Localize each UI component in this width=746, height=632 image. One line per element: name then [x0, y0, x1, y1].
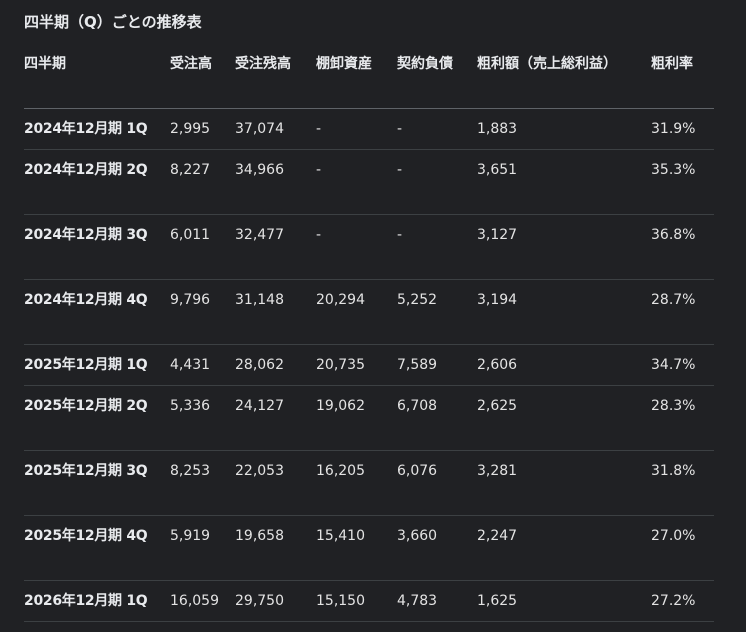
table-row: 2025年12月期 1Q 4,431 28,062 20,735 7,589 2… [24, 344, 714, 386]
cell-orders: 2,995 [170, 108, 235, 150]
cell-gross-profit: 1,883 [477, 108, 651, 150]
cell-contract-liabilities: 6,076 [397, 450, 477, 516]
cell-orders: 8,253 [170, 450, 235, 516]
cell-gross-margin: 27.0% [651, 515, 714, 581]
cell-orders: 9,796 [170, 279, 235, 345]
cell-inventory: - [316, 149, 397, 215]
cell-gross-margin: 35.3% [651, 149, 714, 215]
cell-gross-profit: 3,651 [477, 149, 651, 215]
table-row: 2024年12月期 2Q 8,227 34,966 - - 3,651 35.3… [24, 149, 714, 215]
header-order-backlog: 受注残高 [235, 52, 316, 109]
cell-orders: 5,336 [170, 385, 235, 451]
cell-inventory: - [316, 108, 397, 150]
header-gross-margin: 粗利率 [651, 52, 714, 109]
cell-quarter: 2024年12月期 1Q [24, 108, 170, 150]
cell-order-backlog: 34,966 [235, 149, 316, 215]
cell-inventory: 20,735 [316, 344, 397, 386]
header-orders: 受注高 [170, 52, 235, 109]
cell-order-backlog: 19,658 [235, 515, 316, 581]
cell-gross-margin: 31.8% [651, 450, 714, 516]
table-row: 2025年12月期 4Q 5,919 19,658 15,410 3,660 2… [24, 515, 714, 581]
header-gross-profit: 粗利額（売上総利益） [477, 52, 651, 109]
content-area: 四半期（Q）ごとの推移表 四半期 受注高 受注残高 棚卸資産 契約負債 粗利額（… [24, 11, 714, 622]
cell-gross-profit: 3,194 [477, 279, 651, 345]
table-row: 2026年12月期 1Q 16,059 29,750 15,150 4,783 … [24, 580, 714, 622]
cell-quarter: 2025年12月期 1Q [24, 344, 170, 386]
cell-gross-profit: 1,625 [477, 580, 651, 622]
cell-inventory: 15,410 [316, 515, 397, 581]
cell-inventory: 19,062 [316, 385, 397, 451]
cell-quarter: 2026年12月期 1Q [24, 580, 170, 622]
cell-contract-liabilities: 4,783 [397, 580, 477, 622]
cell-gross-margin: 34.7% [651, 344, 714, 386]
cell-gross-profit: 3,127 [477, 214, 651, 280]
quarterly-table: 四半期 受注高 受注残高 棚卸資産 契約負債 粗利額（売上総利益） 粗利率 20… [24, 52, 714, 622]
cell-contract-liabilities: - [397, 108, 477, 150]
cell-orders: 6,011 [170, 214, 235, 280]
cell-quarter: 2025年12月期 3Q [24, 450, 170, 516]
cell-order-backlog: 29,750 [235, 580, 316, 622]
cell-gross-profit: 3,281 [477, 450, 651, 516]
cell-order-backlog: 24,127 [235, 385, 316, 451]
cell-quarter: 2025年12月期 2Q [24, 385, 170, 451]
header-quarter: 四半期 [24, 52, 170, 109]
section-heading: 四半期（Q）ごとの推移表 [24, 13, 202, 31]
cell-order-backlog: 22,053 [235, 450, 316, 516]
cell-order-backlog: 32,477 [235, 214, 316, 280]
cell-inventory: 16,205 [316, 450, 397, 516]
table-row: 2024年12月期 4Q 9,796 31,148 20,294 5,252 3… [24, 279, 714, 345]
cell-gross-profit: 2,606 [477, 344, 651, 386]
cell-contract-liabilities: 6,708 [397, 385, 477, 451]
cell-quarter: 2024年12月期 2Q [24, 149, 170, 215]
cell-inventory: 20,294 [316, 279, 397, 345]
cell-contract-liabilities: 3,660 [397, 515, 477, 581]
cell-inventory: - [316, 214, 397, 280]
header-contract-liabilities: 契約負債 [397, 52, 477, 109]
cell-orders: 4,431 [170, 344, 235, 386]
cell-orders: 16,059 [170, 580, 235, 622]
table-row: 2025年12月期 3Q 8,253 22,053 16,205 6,076 3… [24, 450, 714, 516]
cell-orders: 8,227 [170, 149, 235, 215]
cell-gross-margin: 28.3% [651, 385, 714, 451]
cell-contract-liabilities: - [397, 214, 477, 280]
cell-order-backlog: 31,148 [235, 279, 316, 345]
table-row: 2024年12月期 3Q 6,011 32,477 - - 3,127 36.8… [24, 214, 714, 280]
cell-contract-liabilities: 7,589 [397, 344, 477, 386]
cell-quarter: 2024年12月期 3Q [24, 214, 170, 280]
table-row: 2024年12月期 1Q 2,995 37,074 - - 1,883 31.9… [24, 108, 714, 150]
cell-gross-margin: 31.9% [651, 108, 714, 150]
cell-contract-liabilities: - [397, 149, 477, 215]
table-header-row: 四半期 受注高 受注残高 棚卸資産 契約負債 粗利額（売上総利益） 粗利率 [24, 52, 714, 109]
cell-orders: 5,919 [170, 515, 235, 581]
table-row: 2025年12月期 2Q 5,336 24,127 19,062 6,708 2… [24, 385, 714, 451]
header-inventory: 棚卸資産 [316, 52, 397, 109]
cell-gross-margin: 27.2% [651, 580, 714, 622]
cell-gross-margin: 28.7% [651, 279, 714, 345]
cell-quarter: 2024年12月期 4Q [24, 279, 170, 345]
cell-order-backlog: 28,062 [235, 344, 316, 386]
cell-gross-margin: 36.8% [651, 214, 714, 280]
cell-order-backlog: 37,074 [235, 108, 316, 150]
cell-gross-profit: 2,247 [477, 515, 651, 581]
cell-inventory: 15,150 [316, 580, 397, 622]
cell-gross-profit: 2,625 [477, 385, 651, 451]
cell-contract-liabilities: 5,252 [397, 279, 477, 345]
cell-quarter: 2025年12月期 4Q [24, 515, 170, 581]
